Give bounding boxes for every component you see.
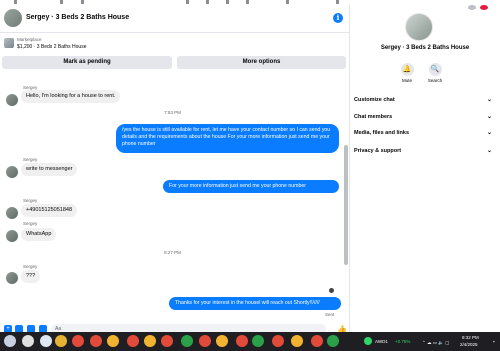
- chrome-icon[interactable]: [181, 335, 193, 347]
- chat-title[interactable]: Sergey · 3 Beds 2 Baths House: [26, 14, 129, 21]
- app-icon[interactable]: [161, 335, 173, 347]
- app-icon[interactable]: [72, 335, 84, 347]
- app-icon[interactable]: [127, 335, 139, 347]
- app-icon[interactable]: [311, 335, 323, 347]
- timestamp: 7:53 PM: [164, 110, 181, 115]
- outgoing-message[interactable]: /yes the house is still available for re…: [116, 124, 339, 153]
- tab-indicator: [286, 0, 289, 4]
- media-files-links-row[interactable]: Media, files and links ⌄: [354, 127, 496, 139]
- search-action[interactable]: 🔍 Search: [420, 63, 450, 83]
- chat-header: Sergey · 3 Beds 2 Baths House i: [0, 5, 350, 33]
- chrome-icon[interactable]: [252, 335, 264, 347]
- incoming-message[interactable]: write to messenger: [21, 163, 78, 176]
- tab-indicator: [336, 0, 339, 4]
- section-label: Customize chat: [354, 97, 395, 103]
- tab-indicator: [226, 0, 229, 4]
- app-icon[interactable]: [90, 335, 102, 347]
- sender-name: Sergey: [23, 157, 38, 162]
- sender-avatar[interactable]: [6, 166, 18, 178]
- section-label: Privacy & support: [354, 148, 402, 154]
- incoming-message[interactable]: ???: [21, 270, 41, 283]
- panel-contact-name: Sergey · 3 Beds 2 Baths House: [380, 45, 470, 51]
- sender-avatar[interactable]: [6, 272, 18, 284]
- task-view-icon[interactable]: [40, 335, 52, 347]
- incoming-message[interactable]: Hello, I'm looking for a house to rent.: [21, 90, 121, 103]
- chrome-icon[interactable]: [327, 335, 339, 347]
- marketplace-listing[interactable]: Marketplace $1,200 · 3 Beds 2 Baths Hous…: [0, 35, 350, 53]
- chrome-icon[interactable]: [144, 335, 156, 347]
- conversation-details-panel: Sergey · 3 Beds 2 Baths House 🔔 Mute 🔍 S…: [350, 5, 500, 332]
- sender-name: Sergey: [23, 221, 38, 226]
- listing-actions: Mark as pending More options: [2, 56, 346, 69]
- chat-members-row[interactable]: Chat members ⌄: [354, 111, 496, 123]
- chrome-icon[interactable]: [107, 335, 119, 347]
- customize-chat-row[interactable]: Customize chat ⌄: [354, 94, 496, 106]
- sent-status: Sent: [325, 312, 335, 317]
- section-label: Chat members: [354, 114, 393, 120]
- bell-icon: 🔔: [400, 63, 414, 76]
- listing-thumbnail: [4, 38, 14, 48]
- tab-indicator: [186, 0, 189, 4]
- tab-indicator: [14, 0, 17, 4]
- mute-label: Mute: [401, 78, 412, 83]
- search-label: Search: [427, 78, 443, 83]
- app-icon[interactable]: [236, 335, 248, 347]
- menu-dot[interactable]: [468, 5, 476, 10]
- timestamp: 8:27 PM: [164, 250, 181, 255]
- clock-time[interactable]: 8:32 PM: [462, 335, 479, 341]
- privacy-support-row[interactable]: Privacy & support ⌄: [354, 145, 496, 157]
- chat-scrollbar[interactable]: [344, 145, 348, 265]
- notifications-icon[interactable]: ▪: [493, 339, 495, 345]
- mute-action[interactable]: 🔔 Mute: [392, 63, 422, 83]
- chat-pane: Sergey · 3 Beds 2 Baths House i Marketpl…: [0, 5, 350, 334]
- seen-indicator: [329, 288, 334, 293]
- message-list: Sergey Hello, I'm looking for a house to…: [0, 73, 345, 323]
- section-label: Media, files and links: [354, 130, 410, 136]
- clock-date[interactable]: 2/4/2025: [460, 342, 478, 348]
- tab-indicator: [246, 0, 249, 4]
- contact-large-avatar[interactable]: [405, 13, 433, 41]
- stock-widget-icon[interactable]: [364, 337, 372, 345]
- tab-indicator: [81, 0, 84, 4]
- stock-name[interactable]: AWD1: [375, 339, 388, 345]
- tab-indicator: [60, 0, 63, 4]
- app-icon[interactable]: [199, 335, 211, 347]
- sender-avatar[interactable]: [6, 230, 18, 242]
- chrome-icon[interactable]: [216, 335, 228, 347]
- chevron-down-icon: ⌄: [486, 114, 492, 120]
- sender-avatar[interactable]: [6, 94, 18, 106]
- app-icon[interactable]: [272, 335, 284, 347]
- more-options-button[interactable]: More options: [177, 56, 346, 69]
- chevron-down-icon: ⌄: [486, 130, 492, 136]
- notification-dot[interactable]: [480, 5, 488, 10]
- chrome-icon[interactable]: [55, 335, 67, 347]
- sender-name: Sergey: [23, 198, 38, 203]
- stock-change: +0.75%: [395, 339, 411, 344]
- outgoing-message[interactable]: Thanks for your interest in the housel w…: [169, 297, 341, 310]
- search-icon: 🔍: [428, 63, 442, 76]
- sender-avatar[interactable]: [6, 207, 18, 219]
- marketplace-label: Marketplace: [17, 37, 42, 42]
- incoming-message[interactable]: WhatsApp: [21, 228, 57, 241]
- chevron-down-icon: ⌄: [486, 97, 492, 103]
- start-icon[interactable]: [4, 335, 16, 347]
- sender-name: Sergey: [23, 264, 38, 269]
- windows-taskbar: AWD1 +0.75% ⌃ ☁ ▭ 🔈 ▢ 8:32 PM 2/4/2025 ▪: [0, 332, 500, 351]
- mark-as-pending-button[interactable]: Mark as pending: [2, 56, 172, 69]
- search-icon[interactable]: [22, 335, 34, 347]
- listing-summary: $1,200 · 3 Beds 2 Baths House: [17, 44, 87, 50]
- outgoing-message[interactable]: For your more information just send me y…: [163, 180, 339, 193]
- tray-icons[interactable]: ⌃ ☁ ▭ 🔈 ▢: [422, 340, 449, 346]
- chrome-icon[interactable]: [291, 335, 303, 347]
- incoming-message[interactable]: +49015125051848: [21, 204, 78, 217]
- info-icon[interactable]: i: [333, 13, 343, 23]
- chevron-down-icon: ⌄: [486, 148, 492, 154]
- tab-indicator: [206, 0, 209, 4]
- contact-avatar[interactable]: [4, 9, 22, 27]
